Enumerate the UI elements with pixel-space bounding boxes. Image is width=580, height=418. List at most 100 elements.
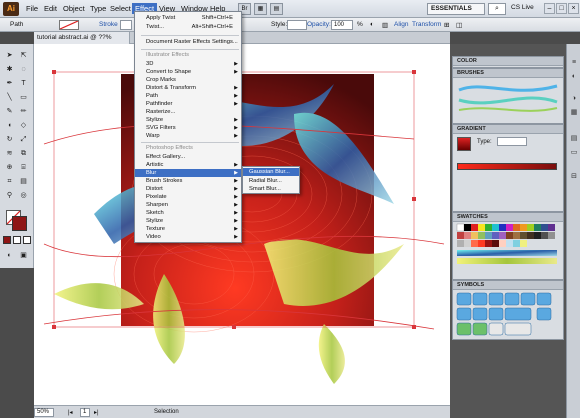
menu-item-twist[interactable]: Twist... Alt+Shift+Ctrl+E xyxy=(135,23,241,31)
gradient-type-select[interactable] xyxy=(497,137,527,146)
gradient-preview-swatch[interactable] xyxy=(457,137,471,151)
stroke-panel-icon[interactable]: ≡ xyxy=(569,58,579,68)
paintbrush-tool-icon[interactable]: ✎ xyxy=(4,106,15,117)
menu-item-blur[interactable]: Blur ▶ xyxy=(135,169,241,177)
isolate-icon[interactable]: ⊞ xyxy=(444,21,449,29)
menu-edit[interactable]: Edit xyxy=(44,4,57,13)
gradient-slider[interactable] xyxy=(457,163,557,170)
menu-item-3d[interactable]: 3D ▶ xyxy=(135,60,241,68)
draw-mode-icon[interactable]: ◐ xyxy=(4,250,15,261)
selection-tool-icon[interactable]: ➤ xyxy=(4,50,15,61)
gradient-mode-icon[interactable] xyxy=(13,236,21,244)
free-transform-tool-icon[interactable]: ⧉ xyxy=(18,148,29,159)
stroke-label[interactable]: Stroke xyxy=(99,21,118,28)
symbols-grid[interactable] xyxy=(453,290,563,338)
menu-item-pathfinder[interactable]: Pathfinder ▶ xyxy=(135,100,241,108)
menu-item-video[interactable]: Video ▶ xyxy=(135,233,241,241)
select-similar-icon[interactable]: ◫ xyxy=(456,21,462,29)
transform-link[interactable]: Transform xyxy=(412,21,441,28)
menu-item-texture[interactable]: Texture ▶ xyxy=(135,225,241,233)
magic-wand-tool-icon[interactable]: ✱ xyxy=(4,64,15,75)
menu-item-convert-to-shape[interactable]: Convert to Shape ▶ xyxy=(135,68,241,76)
graphic-styles-panel-icon[interactable]: ▦ xyxy=(569,108,579,118)
style-picker[interactable] xyxy=(287,20,307,30)
fill-stroke-indicator[interactable] xyxy=(6,210,28,232)
menu-item-artistic[interactable]: Artistic ▶ xyxy=(135,161,241,169)
mesh-tool-icon[interactable]: ⌗ xyxy=(4,176,15,187)
minimize-icon[interactable]: – xyxy=(544,3,555,14)
direct-selection-tool-icon[interactable]: ⇱ xyxy=(18,50,29,61)
menu-item-brush-strokes[interactable]: Brush Strokes ▶ xyxy=(135,177,241,185)
stroke-indicator[interactable] xyxy=(12,216,27,231)
layers-panel-icon[interactable]: ▤ xyxy=(569,134,579,144)
menu-type[interactable]: Type xyxy=(90,4,106,13)
menu-item-crop-marks[interactable]: Crop Marks xyxy=(135,76,241,84)
width-tool-icon[interactable]: ≋ xyxy=(4,148,15,159)
search-icon[interactable]: ⌕ xyxy=(488,3,506,15)
menu-item-path[interactable]: Path ▶ xyxy=(135,92,241,100)
perspective-grid-tool-icon[interactable]: ⌸ xyxy=(18,162,29,173)
color-panel-tab[interactable]: COLOR xyxy=(453,57,563,66)
menu-item-gaussian-blur[interactable]: Gaussian Blur... xyxy=(243,168,299,176)
fill-swatch[interactable] xyxy=(59,20,79,30)
align-link[interactable]: Align xyxy=(394,21,408,28)
lasso-tool-icon[interactable]: ◌ xyxy=(18,64,29,75)
symbols-panel-tab[interactable]: SYMBOLS xyxy=(453,281,563,290)
menu-item-apply-twist[interactable]: Apply Twist Shift+Ctrl+E xyxy=(135,14,241,22)
menu-item-warp[interactable]: Warp ▶ xyxy=(135,132,241,140)
menu-file[interactable]: File xyxy=(26,4,38,13)
type-tool-icon[interactable]: T xyxy=(18,78,29,89)
blend-tool-icon[interactable]: ◎ xyxy=(18,190,29,201)
first-artboard-icon[interactable]: |◂ xyxy=(68,409,73,416)
workspace-switcher[interactable]: ESSENTIALS xyxy=(427,3,485,15)
swatch-grid[interactable] xyxy=(453,222,563,278)
menu-item-document-raster-effects-settings[interactable]: Document Raster Effects Settings... xyxy=(135,38,241,46)
artboard-number-field[interactable]: 1 xyxy=(80,408,90,417)
menu-item-effect-gallery[interactable]: Effect Gallery... xyxy=(135,153,241,161)
artboards-panel-icon[interactable]: ▭ xyxy=(569,148,579,158)
menu-item-distort[interactable]: Distort ▶ xyxy=(135,185,241,193)
scale-tool-icon[interactable]: ⤢ xyxy=(18,134,29,145)
menu-item-pixelate[interactable]: Pixelate ▶ xyxy=(135,193,241,201)
menu-item-sketch[interactable]: Sketch ▶ xyxy=(135,209,241,217)
menu-item-distort-transform[interactable]: Distort & Transform ▶ xyxy=(135,84,241,92)
appearance-panel-icon[interactable]: ◑ xyxy=(569,94,579,104)
arrange-docs-icon[interactable]: ▤ xyxy=(270,3,283,15)
close-icon[interactable]: × xyxy=(568,3,579,14)
eyedropper-tool-icon[interactable]: ⚲ xyxy=(4,190,15,201)
next-artboard-icon[interactable]: ▸| xyxy=(94,409,99,416)
menu-object[interactable]: Object xyxy=(63,4,85,13)
menu-item-radial-blur[interactable]: Radial Blur... xyxy=(243,177,299,185)
menu-item-sharpen[interactable]: Sharpen ▶ xyxy=(135,201,241,209)
gradient-tool-icon[interactable]: ▤ xyxy=(18,176,29,187)
brush-strokes-preview[interactable] xyxy=(453,78,563,118)
blob-brush-tool-icon[interactable]: ◖ xyxy=(4,120,15,131)
screen-mode-icon[interactable]: ▣ xyxy=(18,250,29,261)
color-panel[interactable]: COLOR xyxy=(452,56,564,68)
gradient-panel-tab[interactable]: GRADIENT xyxy=(453,125,563,134)
rectangle-tool-icon[interactable]: ▭ xyxy=(18,92,29,103)
transparency-panel-icon[interactable]: ◐ xyxy=(569,72,579,82)
opacity-field[interactable]: 100 xyxy=(331,20,353,30)
brushes-panel-tab[interactable]: BRUSHES xyxy=(453,69,563,78)
swatches-panel-tab[interactable]: SWATCHES xyxy=(453,213,563,222)
none-mode-icon[interactable] xyxy=(23,236,31,244)
eraser-tool-icon[interactable]: ◇ xyxy=(18,120,29,131)
menu-item-svg-filters[interactable]: SVG Filters ▶ xyxy=(135,124,241,132)
color-mode-icon[interactable] xyxy=(3,236,11,244)
pen-tool-icon[interactable]: ✒ xyxy=(4,78,15,89)
document-tab[interactable]: tutorial abstract.ai @ ??% (RGB/... xyxy=(34,32,130,53)
shape-builder-tool-icon[interactable]: ⊕ xyxy=(4,162,15,173)
artboard-canvas[interactable] xyxy=(34,44,450,405)
align-panel-icon[interactable]: ⊟ xyxy=(569,172,579,182)
rotate-tool-icon[interactable]: ↻ xyxy=(4,134,15,145)
stroke-weight-field[interactable] xyxy=(120,20,132,30)
cs-live-button[interactable]: CS Live xyxy=(511,4,534,11)
recolor-icon[interactable]: ◐ xyxy=(370,21,374,28)
menu-item-rasterize[interactable]: Rasterize... xyxy=(135,108,241,116)
stock-icon[interactable]: ▦ xyxy=(254,3,267,15)
menu-item-stylize-photoshop[interactable]: Stylize ▶ xyxy=(135,217,241,225)
opacity-label[interactable]: Opacity: xyxy=(307,21,331,28)
align-icon[interactable]: ▥ xyxy=(382,21,388,29)
menu-select[interactable]: Select xyxy=(110,4,131,13)
